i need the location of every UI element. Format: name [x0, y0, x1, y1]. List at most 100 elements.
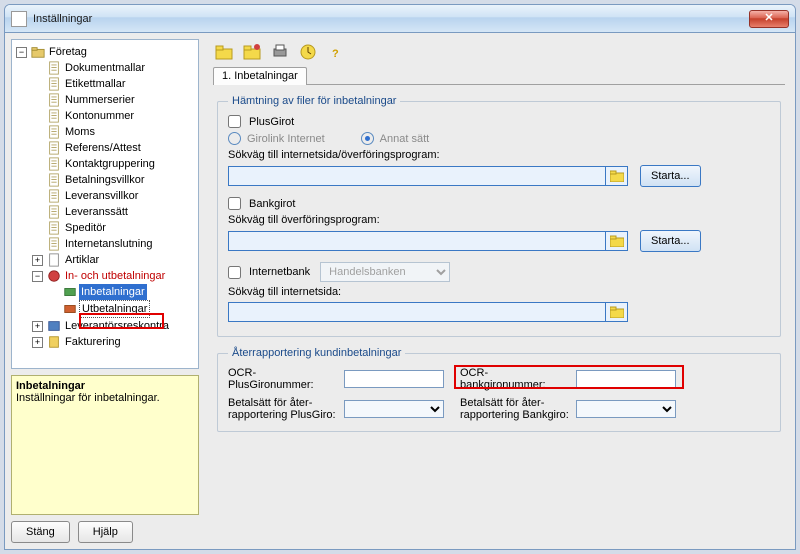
page-icon: [47, 173, 61, 187]
page-icon: [47, 77, 61, 91]
tree-node-referensattest[interactable]: Referens/Attest: [32, 140, 196, 156]
sokvag2-input[interactable]: [228, 231, 606, 251]
payment-in-icon: [63, 285, 77, 299]
group-aterrapportering-legend: Återrapportering kundinbetalningar: [228, 347, 405, 359]
info-panel: Inbetalningar Inställningar för inbetaln…: [11, 375, 199, 515]
page-icon: [47, 189, 61, 203]
group-hamtning: Hämtning av filer för inbetalningar Plus…: [217, 95, 781, 337]
window-title: Inställningar: [33, 13, 749, 25]
tree-node-leveransstt[interactable]: Leveranssätt: [32, 204, 196, 220]
help-icon[interactable]: ?: [327, 43, 345, 61]
tree-node-kontonummer[interactable]: Kontonummer: [32, 108, 196, 124]
help-button[interactable]: Hjälp: [78, 521, 133, 543]
ocr-pg-label: OCR-PlusGironummer:: [228, 367, 338, 391]
page-icon: [47, 141, 61, 155]
bottom-buttons: Stäng Hjälp: [11, 521, 199, 543]
betal-bg-select[interactable]: [576, 400, 676, 418]
settings-window: Inställningar ✕ − Företag Dokumentmallar…: [4, 4, 796, 550]
svg-text:?: ?: [332, 48, 339, 60]
tree-node-kontaktgruppering[interactable]: Kontaktgruppering: [32, 156, 196, 172]
ocr-bg-input[interactable]: [576, 370, 676, 388]
expand-icon[interactable]: +: [32, 255, 43, 266]
tab-inbetalningar[interactable]: 1. Inbetalningar: [213, 67, 307, 85]
annat-label: Annat sätt: [380, 133, 430, 145]
group-aterrapportering: Återrapportering kundinbetalningar OCR-P…: [217, 347, 781, 432]
toolbar: ?: [213, 41, 785, 67]
betal-bg-label: Betalsätt för åter- rapportering Bankgir…: [460, 397, 570, 421]
tree-node-artiklar[interactable]: +Artiklar: [32, 252, 196, 268]
tree-node-utbetalningar[interactable]: Utbetalningar: [48, 300, 196, 318]
internetbank-checkbox[interactable]: [228, 266, 241, 279]
document-icon: [47, 253, 61, 267]
titlebar: Inställningar ✕: [5, 5, 795, 33]
sokvag1-input[interactable]: [228, 166, 606, 186]
settings-tree[interactable]: − Företag DokumentmallarEtikettmallarNum…: [11, 39, 199, 369]
starta2-button[interactable]: Starta...: [640, 230, 701, 252]
sokvag1-input-wrap: [228, 166, 628, 186]
sokvag2-label: Sökväg till överföringsprogram:: [228, 214, 380, 226]
payment-out-icon: [63, 302, 77, 316]
tree-node-nummerserier[interactable]: Nummerserier: [32, 92, 196, 108]
tree-node-leverantor[interactable]: +Leverantörsreskontra: [32, 318, 196, 334]
starta1-button[interactable]: Starta...: [640, 165, 701, 187]
girolink-radio[interactable]: [228, 132, 241, 145]
tree-node-fakturering[interactable]: +Fakturering: [32, 334, 196, 350]
payments-icon: [47, 269, 61, 283]
invoice-icon: [47, 335, 61, 349]
close-window-button[interactable]: ✕: [749, 10, 789, 28]
sokvag1-browse[interactable]: [606, 166, 628, 186]
right-column: ? 1. Inbetalningar Hämtning av filer för…: [205, 33, 795, 549]
sokvag3-label: Sökväg till internetsida:: [228, 286, 341, 298]
page-icon: [47, 237, 61, 251]
tree-node-internetanslutning[interactable]: Internetanslutning: [32, 236, 196, 252]
tree-node-payments[interactable]: −In- och utbetalningar: [32, 268, 196, 284]
annat-radio[interactable]: [361, 132, 374, 145]
supplier-icon: [47, 319, 61, 333]
sokvag2-input-wrap: [228, 231, 628, 251]
expand-icon[interactable]: +: [32, 337, 43, 348]
sokvag3-browse[interactable]: [606, 302, 628, 322]
clock-icon[interactable]: [299, 43, 317, 61]
sokvag2-browse[interactable]: [606, 231, 628, 251]
page-icon: [47, 221, 61, 235]
plusgirot-label: PlusGirot: [249, 116, 294, 128]
collapse-icon[interactable]: −: [16, 47, 27, 58]
sokvag1-label: Sökväg till internetsida/överföringsprog…: [228, 149, 440, 161]
new-folder-icon[interactable]: [243, 43, 261, 61]
info-title: Inbetalningar: [16, 380, 194, 392]
tree-node-leveransvillkor[interactable]: Leveransvillkor: [32, 188, 196, 204]
close-button[interactable]: Stäng: [11, 521, 70, 543]
tree-node-betalningsvillkor[interactable]: Betalningsvillkor: [32, 172, 196, 188]
print-icon[interactable]: [271, 43, 289, 61]
betal-pg-label: Betalsätt för åter- rapportering PlusGir…: [228, 397, 338, 421]
tabstrip: 1. Inbetalningar: [213, 67, 785, 85]
app-icon: [11, 11, 27, 27]
tree-node-foretag[interactable]: − Företag: [16, 44, 196, 60]
tree-node-etikettmallar[interactable]: Etikettmallar: [32, 76, 196, 92]
open-folder-icon[interactable]: [215, 43, 233, 61]
tree-node-speditr[interactable]: Speditör: [32, 220, 196, 236]
sokvag3-input[interactable]: [228, 302, 606, 322]
tree-node-dokumentmallar[interactable]: Dokumentmallar: [32, 60, 196, 76]
page-icon: [47, 61, 61, 75]
betal-pg-select[interactable]: [344, 400, 444, 418]
bankgirot-checkbox[interactable]: [228, 197, 241, 210]
tree-node-inbetalningar[interactable]: Inbetalningar: [48, 284, 196, 300]
page-icon: [47, 109, 61, 123]
plusgirot-checkbox[interactable]: [228, 115, 241, 128]
group-hamtning-legend: Hämtning av filer för inbetalningar: [228, 95, 400, 107]
sokvag3-input-wrap: [228, 302, 628, 322]
page-icon: [47, 93, 61, 107]
page-icon: [47, 157, 61, 171]
page-icon: [47, 125, 61, 139]
tree-node-moms[interactable]: Moms: [32, 124, 196, 140]
bankgirot-label: Bankgirot: [249, 198, 295, 210]
internetbank-select[interactable]: Handelsbanken: [320, 262, 450, 282]
folder-icon: [31, 45, 45, 59]
page-icon: [47, 205, 61, 219]
main-panel: Hämtning av filer för inbetalningar Plus…: [213, 85, 785, 539]
ocr-pg-input[interactable]: [344, 370, 444, 388]
expand-icon[interactable]: +: [32, 321, 43, 332]
collapse-icon[interactable]: −: [32, 271, 43, 282]
ocr-bg-label: OCR-bankgironummer:: [460, 367, 570, 391]
